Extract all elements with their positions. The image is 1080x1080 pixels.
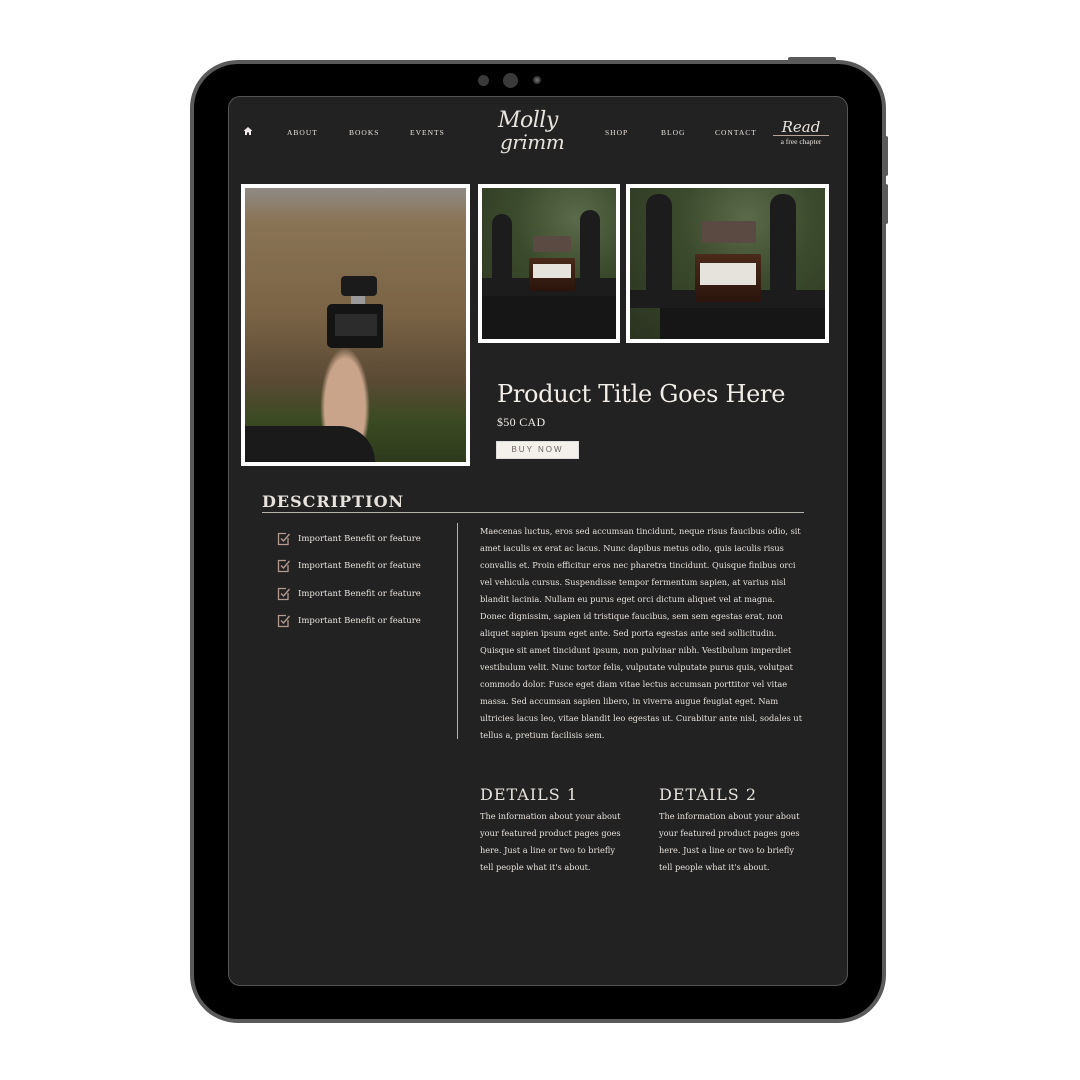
bottle-label bbox=[700, 263, 756, 285]
description-heading: DESCRIPTION bbox=[262, 492, 405, 511]
fence-finial bbox=[646, 194, 672, 298]
logo-line2: grimm bbox=[500, 130, 565, 154]
benefit-text: Important Benefit or feature bbox=[298, 588, 421, 599]
fence-finial bbox=[770, 194, 796, 298]
read-free-chapter-link[interactable]: Read a free chapter bbox=[773, 119, 829, 146]
nav-shop[interactable]: SHOP bbox=[605, 128, 628, 137]
details-2-text: The information about your about your fe… bbox=[659, 811, 800, 872]
camera-icon bbox=[503, 73, 518, 88]
product-image-3[interactable] bbox=[626, 184, 829, 343]
nav-events[interactable]: EVENTS bbox=[410, 128, 445, 137]
checkbox-checked-icon bbox=[277, 587, 291, 600]
nav-books[interactable]: BOOKS bbox=[349, 128, 379, 137]
nav-blog[interactable]: BLOG bbox=[661, 128, 685, 137]
details-1-heading: DETAILS 1 bbox=[480, 785, 579, 804]
site-nav: ABOUT BOOKS EVENTS Molly grimm SHOP BLOG… bbox=[229, 97, 847, 177]
light-sensor-icon bbox=[533, 76, 541, 84]
details-2: DETAILS 2 The information about your abo… bbox=[659, 785, 809, 876]
benefit-item: Important Benefit or feature bbox=[277, 608, 421, 636]
benefit-item: Important Benefit or feature bbox=[277, 525, 421, 553]
benefit-text: Important Benefit or feature bbox=[298, 533, 421, 544]
product-image-2[interactable] bbox=[478, 184, 620, 343]
product-image-main[interactable] bbox=[241, 184, 470, 466]
product-price: $50 CAD bbox=[497, 415, 546, 429]
cta-subtext: a free chapter bbox=[780, 137, 822, 146]
buy-now-button[interactable]: BUY NOW bbox=[496, 441, 579, 459]
home-icon[interactable] bbox=[243, 126, 253, 136]
fence-plate bbox=[660, 308, 825, 339]
description-body: Maecenas luctus, eros sed accumsan tinci… bbox=[480, 526, 802, 740]
bottle-label bbox=[533, 264, 571, 278]
fence-plate bbox=[482, 296, 616, 339]
sleeve-shape bbox=[245, 426, 375, 462]
benefit-text: Important Benefit or feature bbox=[298, 561, 421, 572]
benefit-item: Important Benefit or feature bbox=[277, 580, 421, 608]
details-2-heading: DETAILS 2 bbox=[659, 785, 758, 804]
column-divider bbox=[457, 523, 458, 739]
details-1-text: The information about your about your fe… bbox=[480, 811, 621, 872]
bottle-cap bbox=[702, 221, 756, 243]
bottle-cap bbox=[533, 236, 571, 252]
benefit-item: Important Benefit or feature bbox=[277, 553, 421, 581]
benefits-list: Important Benefit or feature Important B… bbox=[277, 525, 421, 635]
product-title: Product Title Goes Here bbox=[497, 380, 786, 408]
tablet-screen: ABOUT BOOKS EVENTS Molly grimm SHOP BLOG… bbox=[228, 96, 848, 986]
fence-finial bbox=[492, 214, 512, 284]
checkbox-checked-icon bbox=[277, 615, 291, 628]
description-divider bbox=[262, 512, 804, 513]
cta-read: Read bbox=[773, 119, 829, 136]
fence-finial bbox=[580, 210, 600, 284]
nav-about[interactable]: ABOUT bbox=[287, 128, 318, 137]
sensor-icon bbox=[478, 75, 489, 86]
site-logo[interactable]: Molly grimm bbox=[494, 106, 574, 161]
benefit-text: Important Benefit or feature bbox=[298, 616, 421, 627]
perfume-bottle-image bbox=[327, 276, 383, 348]
checkbox-checked-icon bbox=[277, 532, 291, 545]
details-1: DETAILS 1 The information about your abo… bbox=[480, 785, 630, 876]
checkbox-checked-icon bbox=[277, 560, 291, 573]
nav-contact[interactable]: CONTACT bbox=[715, 128, 757, 137]
